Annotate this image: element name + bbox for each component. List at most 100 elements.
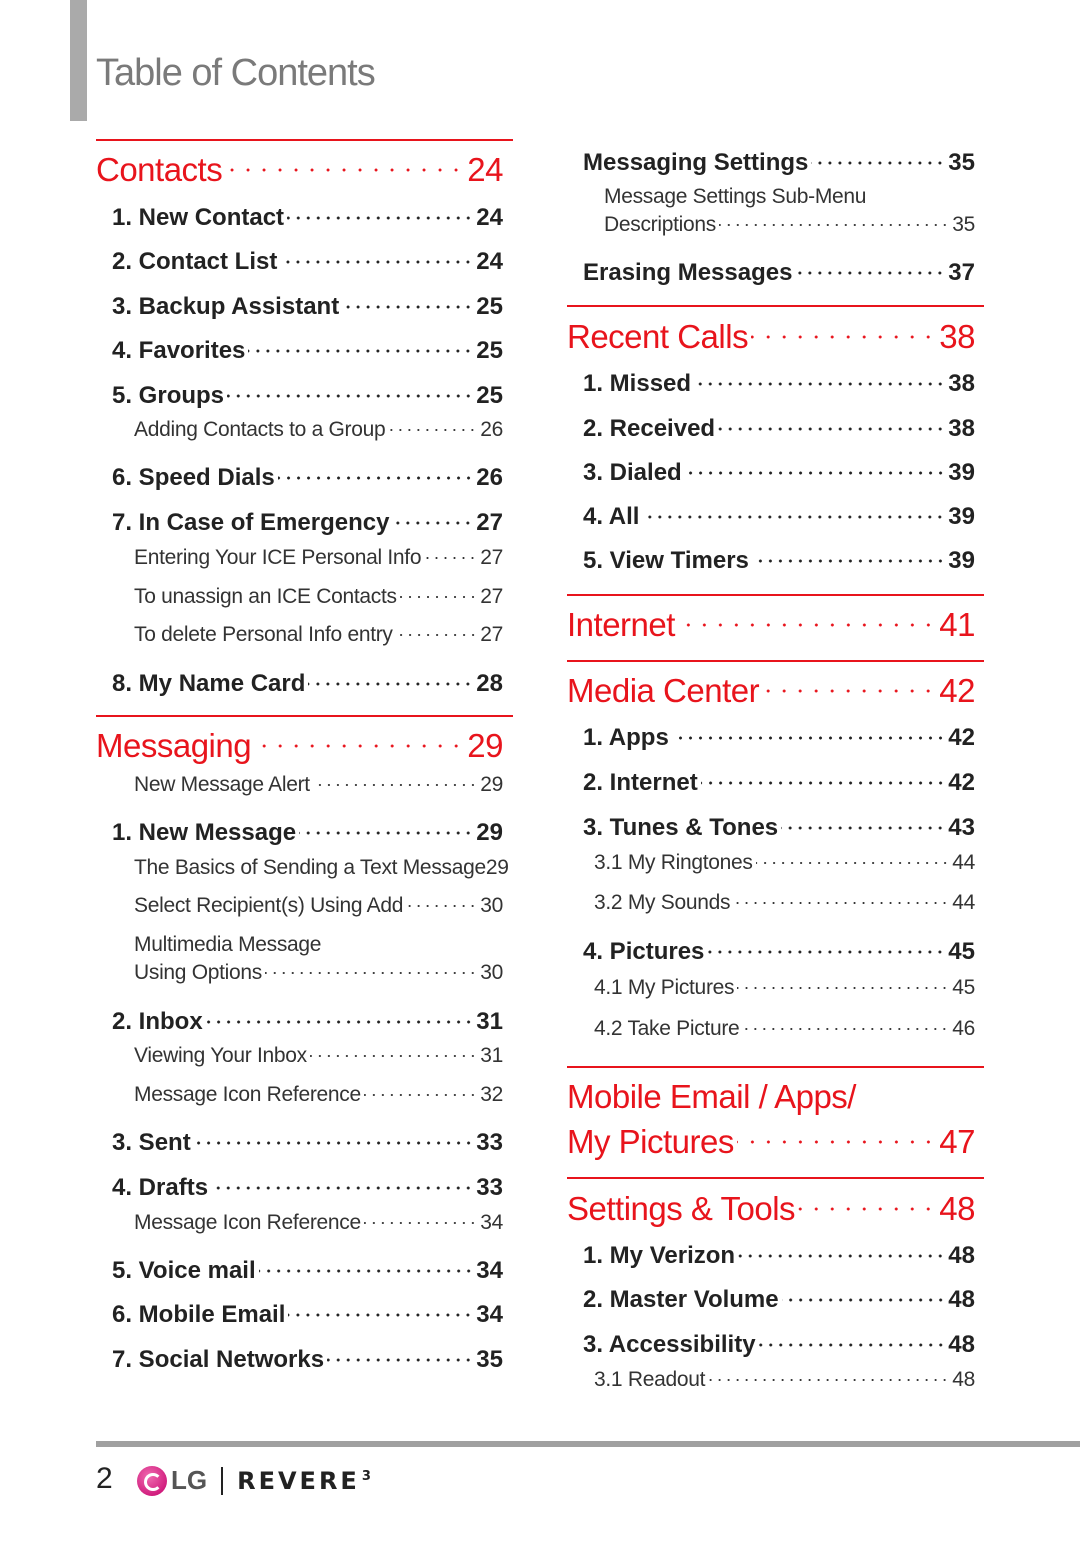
dot-leader: [395, 633, 478, 637]
toc-label: Message Settings Sub-Menu: [604, 185, 867, 208]
toc-item[interactable]: 5. Voice mail 34: [112, 1257, 503, 1285]
toc-item[interactable]: 7. Social Networks 35: [112, 1346, 503, 1374]
dot-leader: [399, 595, 478, 599]
toc-subitem[interactable]: 3.1 Readout 48: [594, 1368, 975, 1392]
toc-subitem[interactable]: 4.2 Take Picture 46: [594, 1017, 975, 1041]
toc-section[interactable]: Mobile Email / Apps/: [567, 1078, 975, 1116]
section-divider: [567, 305, 984, 307]
toc-label: 1. My Verizon: [583, 1242, 736, 1269]
toc-section[interactable]: My Pictures 47: [567, 1123, 975, 1161]
lg-wordmark: LG: [171, 1465, 208, 1495]
dot-leader: [258, 1269, 474, 1273]
toc-item[interactable]: 1. Missed 38: [583, 370, 975, 398]
toc-item[interactable]: 3. Tunes & Tones 43: [583, 814, 975, 842]
toc-label: 1. New Message: [112, 819, 297, 846]
toc-page-number: 25: [476, 337, 503, 364]
toc-item[interactable]: 2. Master Volume 48: [583, 1286, 975, 1314]
toc-page-number: 30: [480, 961, 503, 984]
toc-item[interactable]: 4. All 39: [583, 503, 975, 531]
toc-item[interactable]: 2. Inbox 31: [112, 1008, 503, 1036]
toc-subitem[interactable]: 3.1 My Ringtones 44: [594, 851, 975, 875]
toc-item[interactable]: 3. Backup Assistant 25: [112, 293, 503, 321]
toc-subitem[interactable]: New Message Alert 29: [134, 773, 503, 797]
toc-item[interactable]: 5. View Timers 39: [583, 547, 975, 575]
dot-leader: [280, 260, 474, 264]
toc-item[interactable]: 3. Sent 33: [112, 1129, 503, 1157]
toc-subitem[interactable]: Using Options 30: [134, 961, 503, 985]
toc-subitem[interactable]: Message Settings Sub-Menu: [604, 185, 975, 209]
toc-item[interactable]: 6. Mobile Email 34: [112, 1301, 503, 1329]
toc-label: 3.2 My Sounds: [594, 891, 731, 914]
toc-item[interactable]: Erasing Messages 37: [583, 259, 975, 287]
toc-label: 6. Speed Dials: [112, 464, 275, 491]
toc-subitem[interactable]: Entering Your ICE Personal Info 27: [134, 546, 503, 570]
toc-item[interactable]: Messaging Settings 35: [583, 149, 975, 177]
toc-page-number: 43: [948, 814, 975, 841]
toc-subitem[interactable]: Message Icon Reference 32: [134, 1083, 503, 1107]
toc-page-number: 45: [948, 938, 975, 965]
toc-item[interactable]: 5. Groups 25: [112, 382, 503, 410]
toc-label: Entering Your ICE Personal Info: [134, 546, 422, 569]
toc-label: The Basics of Sending a Text Message: [134, 856, 486, 879]
toc-item[interactable]: 7. In Case of Emergency 27: [112, 509, 503, 537]
toc-item[interactable]: 4. Drafts 33: [112, 1174, 503, 1202]
toc-item[interactable]: 3. Dialed 39: [583, 459, 975, 487]
toc-page-number: 34: [476, 1301, 503, 1328]
brand-logo: LG REVERE 3: [137, 1465, 371, 1496]
toc-item[interactable]: 1. My Verizon 48: [583, 1242, 975, 1270]
toc-page-number: 44: [952, 851, 975, 874]
toc-label: Contacts: [96, 151, 223, 188]
dot-leader: [755, 861, 950, 865]
toc-label: Multimedia Message: [134, 933, 322, 956]
toc-subitem[interactable]: To delete Personal Info entry 27: [134, 623, 503, 647]
toc-subitem[interactable]: The Basics of Sending a Text Message 29: [134, 856, 509, 880]
dot-leader: [193, 1141, 474, 1145]
toc-item[interactable]: 2. Received 38: [583, 415, 975, 443]
toc-page-number: 34: [480, 1211, 503, 1234]
toc-subitem[interactable]: Multimedia Message: [134, 933, 503, 957]
toc-label: 5. Groups: [112, 382, 225, 409]
toc-subitem[interactable]: 4.1 My Pictures 45: [594, 976, 975, 1000]
product-name: REVERE 3: [237, 1466, 371, 1495]
toc-label: 5. View Timers: [583, 547, 749, 574]
toc-item[interactable]: 2. Internet 42: [583, 769, 975, 797]
toc-page-number: 48: [939, 1190, 975, 1227]
toc-section[interactable]: Internet 41: [567, 606, 975, 644]
toc-section[interactable]: Contacts 24: [96, 151, 503, 189]
dot-leader: [211, 1186, 474, 1190]
toc-page-number: 48: [948, 1331, 975, 1358]
toc-item[interactable]: 3. Accessibility 48: [583, 1331, 975, 1359]
toc-item[interactable]: 4. Favorites 25: [112, 337, 503, 365]
toc-page-number: 48: [948, 1286, 975, 1313]
toc-subitem[interactable]: Message Icon Reference 34: [134, 1211, 503, 1235]
toc-section[interactable]: Messaging 29: [96, 727, 503, 765]
toc-item[interactable]: 1. Apps 42: [583, 724, 975, 752]
toc-page-number: 48: [948, 1242, 975, 1269]
toc-subitem[interactable]: To unassign an ICE Contacts 27: [134, 585, 503, 609]
dot-leader: [737, 986, 950, 990]
dot-leader: [869, 195, 972, 199]
toc-item[interactable]: 8. My Name Card 28: [112, 670, 503, 698]
toc-section[interactable]: Media Center 42: [567, 672, 975, 710]
toc-subitem[interactable]: 3.2 My Sounds 44: [594, 891, 975, 915]
toc-item[interactable]: 4. Pictures 45: [583, 938, 975, 966]
toc-subitem[interactable]: Select Recipient(s) Using Add 30: [134, 894, 503, 918]
toc-subitem[interactable]: Adding Contacts to a Group 26: [134, 418, 503, 442]
toc-subitem[interactable]: Viewing Your Inbox 31: [134, 1044, 503, 1068]
toc-section[interactable]: Recent Calls 38: [567, 318, 975, 356]
dot-leader: [707, 950, 946, 954]
dot-leader: [248, 349, 474, 353]
toc-page-number: 38: [948, 415, 975, 442]
toc-page-number: 35: [476, 1346, 503, 1373]
toc-page-number: 28: [476, 670, 503, 697]
toc-label: 4. Drafts: [112, 1174, 209, 1201]
toc-subitem[interactable]: Descriptions 35: [604, 213, 975, 237]
page-title: Table of Contents: [96, 52, 376, 94]
toc-item[interactable]: 1. New Contact 24: [112, 204, 503, 232]
toc-label: 1. Apps: [583, 724, 669, 751]
toc-item[interactable]: 2. Contact List 24: [112, 248, 503, 276]
toc-item[interactable]: 1. New Message 29: [112, 819, 503, 847]
toc-page-number: 24: [476, 248, 503, 275]
toc-item[interactable]: 6. Speed Dials 26: [112, 464, 503, 492]
toc-section[interactable]: Settings & Tools 48: [567, 1190, 975, 1228]
